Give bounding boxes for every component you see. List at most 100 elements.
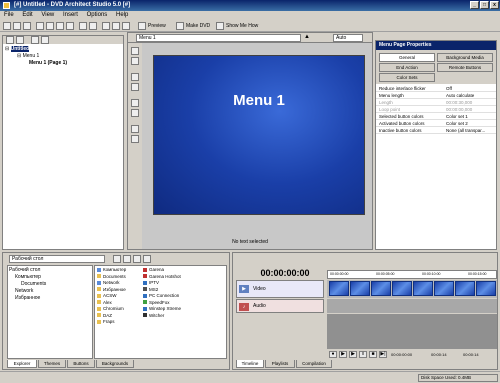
zoom-select[interactable]: Auto [333,34,363,42]
menu-edit[interactable]: Edit [22,12,32,18]
maximize-button[interactable]: □ [480,1,489,9]
explorer-icon[interactable] [112,22,120,30]
video-clip-thumbnail[interactable] [455,281,475,296]
grid-icon[interactable] [131,125,139,133]
tab-themes[interactable]: Themes [38,360,66,368]
cut-icon[interactable] [36,22,44,30]
property-row[interactable]: Activated button colors Color set 2 [376,120,496,127]
properties-icon[interactable] [102,22,110,30]
tab-explorer[interactable]: Explorer [7,360,37,368]
show-me-how-button[interactable]: Show Me How [226,22,258,30]
folder-item[interactable]: Компьютер [9,274,91,281]
folder-item[interactable]: Рабочий стол [9,267,91,274]
folder-item[interactable]: Documents [9,281,91,288]
tree-item-menu[interactable]: ⊟ Menu 1 [5,53,121,60]
distribute-icon[interactable] [131,83,139,91]
folder-item[interactable]: Избранное [9,295,91,302]
record-icon[interactable]: ● [329,351,337,358]
menu-file[interactable]: File [4,12,14,18]
copy-icon[interactable] [46,22,54,30]
menu-title-text[interactable]: Menu 1 [154,92,364,109]
video-clip-thumbnail[interactable] [392,281,412,296]
video-track-icon: ▶ [239,285,249,293]
project-settings-icon[interactable] [6,36,14,44]
video-clip-thumbnail[interactable] [413,281,433,296]
menu-path-field[interactable]: Menu 1 [136,34,301,42]
preview-button[interactable]: Preview [148,22,166,30]
center-icon[interactable] [131,109,139,117]
menu-view[interactable]: View [41,12,54,18]
audio-track-lane[interactable] [327,299,497,313]
up-arrow-icon[interactable]: ▲ [304,34,312,42]
text-tool-icon[interactable] [131,57,139,65]
tree-item-page[interactable]: Menu 1 (Page 1) [5,60,121,67]
tab-playlists[interactable]: Playlists [265,360,295,368]
property-row[interactable]: Selected button colors Color set 1 [376,113,496,120]
play-icon[interactable]: ▶ [339,351,347,358]
video-clip-thumbnail[interactable] [476,281,496,296]
tree-item-root[interactable]: ⊟ Untitled [5,46,121,53]
close-button[interactable]: x [490,1,499,9]
folder-item[interactable]: Network [9,288,91,295]
time-ruler[interactable]: 00:00:00:00 00:00:05:00 00:00:10:00 00:0… [327,270,497,279]
new-icon[interactable] [3,22,11,30]
file-item[interactable]: Fraps [97,319,141,326]
property-row[interactable]: Loop point 00:00:00,000 [376,106,496,113]
pointer-tool-icon[interactable] [131,47,139,55]
size-icon[interactable] [131,99,139,107]
menu-options[interactable]: Options [87,12,108,18]
make-dvd-icon[interactable] [176,22,184,30]
tab-buttons[interactable]: Buttons [67,360,95,368]
refresh-icon[interactable] [123,255,131,263]
tab-remote-buttons[interactable]: Remote Buttons [437,63,493,72]
video-track-header[interactable]: ▶ Video [236,280,324,298]
show-me-how-icon[interactable] [216,22,224,30]
tab-timeline[interactable]: Timeline [236,360,264,368]
audio-track-header[interactable]: ♪ Audio [236,299,324,313]
property-row[interactable]: Reduce interlace flicker Off [376,85,496,92]
remove-icon[interactable] [41,36,49,44]
menu-canvas[interactable]: Menu 1 [153,55,365,215]
go-to-end-icon[interactable]: ▶| [379,351,387,358]
property-row[interactable]: Inactive button colors None (all transpar… [376,127,496,134]
stop-icon[interactable]: ■ [369,351,377,358]
tab-compilation[interactable]: Compilation [296,360,332,368]
save-icon[interactable] [23,22,31,30]
file-item[interactable]: Witcher [143,313,225,320]
delete-icon[interactable] [66,22,74,30]
safe-area-icon[interactable] [131,135,139,143]
video-clip-thumbnail[interactable] [434,281,454,296]
app-icon [3,2,10,9]
paste-icon[interactable] [56,22,64,30]
undo-icon[interactable] [79,22,87,30]
views-icon[interactable] [143,255,151,263]
menu-help[interactable]: Help [116,12,128,18]
video-clip-thumbnail[interactable] [371,281,391,296]
tab-end-action[interactable]: End Action [379,63,435,72]
up-folder-icon[interactable] [113,255,121,263]
pause-icon[interactable]: ॥ [359,351,367,358]
video-clip-thumbnail[interactable] [350,281,370,296]
align-icon[interactable] [131,73,139,81]
help-icon[interactable] [122,22,130,30]
menu-insert[interactable]: Insert [63,12,78,18]
tab-color-sets[interactable]: Color Sets [379,73,435,82]
open-icon[interactable] [13,22,21,30]
start-icon[interactable] [16,36,24,44]
workspace-panel: Menu 1 ▲ Auto Menu 1 No text selected [127,32,373,250]
tab-background-media[interactable]: Background Media [437,53,493,62]
video-track-lane[interactable] [327,280,497,298]
video-clip-thumbnail[interactable] [329,281,349,296]
tab-general[interactable]: General [379,53,435,62]
make-dvd-button[interactable]: Make DVD [186,22,210,30]
delete-file-icon[interactable] [133,255,141,263]
property-row[interactable]: Menu length Auto calculate [376,92,496,99]
location-select[interactable]: Рабочий стол [9,255,105,263]
minimize-button[interactable]: _ [470,1,479,9]
play-from-start-icon[interactable]: ▶ [349,351,357,358]
property-row[interactable]: Length 00:00:30,000 [376,99,496,106]
tab-backgrounds[interactable]: Backgrounds [96,360,134,368]
redo-icon[interactable] [89,22,97,30]
preview-icon[interactable] [138,22,146,30]
insert-icon[interactable] [31,36,39,44]
